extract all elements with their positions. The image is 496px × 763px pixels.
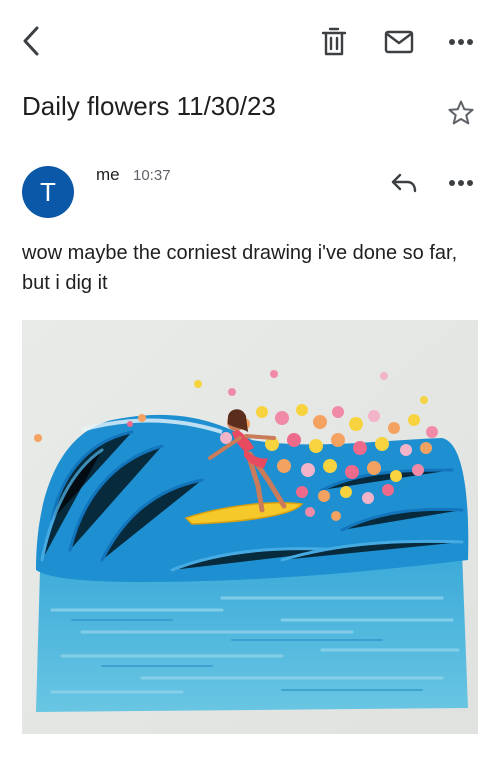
- more-horizontal-icon: [449, 180, 473, 186]
- delete-button[interactable]: [316, 24, 352, 60]
- message-more-button[interactable]: [442, 166, 480, 200]
- avatar-letter: T: [40, 176, 56, 207]
- more-horizontal-icon: [449, 39, 473, 45]
- star-button[interactable]: [442, 94, 480, 132]
- top-app-bar: [0, 0, 496, 84]
- back-button[interactable]: [14, 22, 48, 60]
- chevron-left-icon: [23, 26, 39, 56]
- mark-unread-button[interactable]: [380, 24, 418, 60]
- star-icon: [448, 100, 474, 125]
- trash-icon: [321, 27, 347, 56]
- email-body: wow maybe the corniest drawing i've done…: [22, 242, 458, 294]
- reply-button[interactable]: [386, 166, 422, 200]
- attachment-image[interactable]: [22, 320, 478, 734]
- surfer-drawing-image: [22, 320, 478, 734]
- sender-name[interactable]: me: [96, 165, 120, 185]
- reply-icon: [391, 173, 417, 193]
- sent-time: 10:37: [133, 167, 171, 184]
- email-subject: Daily flowers 11/30/23: [22, 91, 276, 121]
- more-options-button[interactable]: [442, 24, 480, 60]
- sender-avatar[interactable]: T: [22, 166, 74, 218]
- mail-icon: [384, 30, 414, 54]
